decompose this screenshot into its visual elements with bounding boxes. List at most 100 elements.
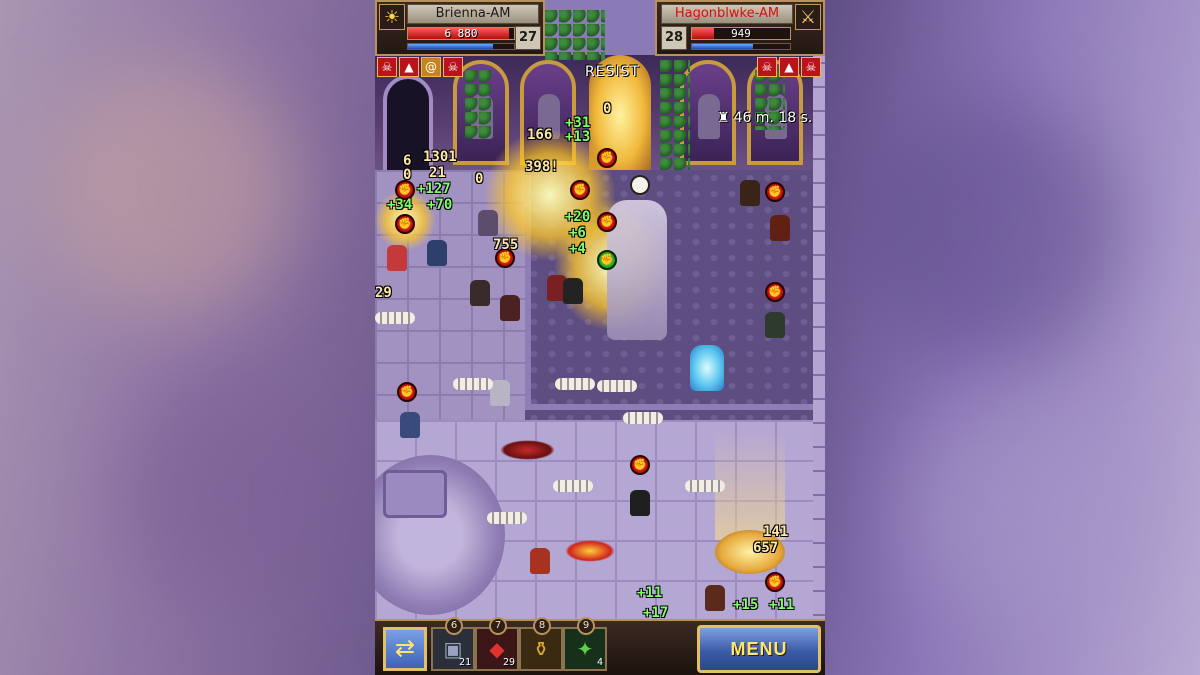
combat-number: +15 xyxy=(733,597,759,613)
skeleton-corpse xyxy=(555,378,595,390)
skill-slot-9[interactable]: 9 ✦ 4 xyxy=(563,617,607,671)
background-blur xyxy=(40,60,300,320)
skill-slot-8[interactable]: 8 ⚱ xyxy=(519,617,563,671)
hp-value-right: 949 xyxy=(731,27,751,40)
unit[interactable] xyxy=(740,180,760,206)
action-bar: ⇄ 6 ▣ 21 7 ◆ 29 8 ⚱ 9 ✦ 4 MENU xyxy=(375,617,825,675)
unit[interactable] xyxy=(705,585,725,611)
unit[interactable] xyxy=(490,380,510,406)
swirl-icon[interactable]: @ xyxy=(421,57,441,77)
combat-number: 0 xyxy=(475,171,484,187)
unit[interactable] xyxy=(770,215,790,241)
player-panel-right[interactable]: ⚔ Hagonblwke-AM 949 28 xyxy=(655,0,825,56)
skill-charges: 21 xyxy=(458,657,471,668)
mana-fill-right xyxy=(692,44,753,49)
hp-bar-right: 949 xyxy=(691,27,791,40)
combat-number: +6 xyxy=(569,225,586,241)
unit[interactable] xyxy=(478,210,498,236)
demon-icon[interactable]: ☠ xyxy=(443,57,463,77)
unit[interactable] xyxy=(530,548,550,574)
player-level-right: 28 xyxy=(661,26,687,50)
blood-pool xyxy=(565,540,615,562)
swap-button[interactable]: ⇄ xyxy=(383,627,427,671)
combat-number: +13 xyxy=(565,129,591,145)
unit[interactable] xyxy=(500,295,520,321)
ice-elemental[interactable] xyxy=(690,345,724,391)
menu-button[interactable]: MENU xyxy=(697,625,821,673)
unit[interactable] xyxy=(765,312,785,338)
vine-decoration xyxy=(545,10,605,60)
mana-bar-right xyxy=(691,43,791,50)
wolf-icon[interactable]: ▲ xyxy=(779,57,799,77)
combat-number: 0 xyxy=(403,167,412,183)
mana-bar-left xyxy=(407,43,515,50)
unit[interactable] xyxy=(387,245,407,271)
skeleton-corpse xyxy=(553,480,593,492)
background-blur xyxy=(120,380,340,600)
swap-icon: ⇄ xyxy=(394,634,416,662)
skeleton-corpse xyxy=(685,480,725,492)
combat-number: 141 xyxy=(763,524,789,540)
skeleton-corpse xyxy=(487,512,527,524)
background-blur xyxy=(860,100,1120,360)
combat-number: 166 xyxy=(527,127,553,143)
red-fist-marker: ✊ xyxy=(630,455,650,475)
combat-number: 29 xyxy=(375,285,392,301)
timer-text: 46 m. 18 s. xyxy=(733,110,813,126)
skill-slot-7[interactable]: 7 ◆ 29 xyxy=(475,617,519,671)
blood-pool xyxy=(500,440,555,460)
combat-number: +17 xyxy=(643,605,669,621)
red-fist-marker: ✊ xyxy=(597,148,617,168)
red-fist-marker: ✊ xyxy=(765,282,785,302)
skill-key-badge: 7 xyxy=(489,617,507,635)
combat-number: +11 xyxy=(769,597,795,613)
skill-key-badge: 6 xyxy=(445,617,463,635)
hp-bar-left: 6 880 xyxy=(407,27,515,40)
game-viewport[interactable]: ✊ ✊ ✊ ✊ ✊ ✊ ✊ ✊ ✊ ✊ ✊ ✊ 0 +31 +13 166 39… xyxy=(375,0,825,675)
demon-icon[interactable]: ☠ xyxy=(757,57,777,77)
skeleton-corpse xyxy=(597,380,637,392)
combat-number: 657 xyxy=(753,540,779,556)
red-fist-marker: ✊ xyxy=(765,572,785,592)
combat-number: +127 xyxy=(417,181,451,197)
unit[interactable] xyxy=(427,240,447,266)
vine-decoration xyxy=(465,70,491,140)
player-name-left: Brienna-AM xyxy=(407,4,539,24)
player-name-right: Hagonblwke-AM xyxy=(661,4,793,24)
combat-number: 21 xyxy=(429,165,446,181)
skull-marker xyxy=(630,175,650,195)
red-fist-marker: ✊ xyxy=(570,180,590,200)
skill-slot-6[interactable]: 6 ▣ 21 xyxy=(431,617,475,671)
combat-number: +4 xyxy=(569,241,586,257)
unit[interactable] xyxy=(400,412,420,438)
demon-icon[interactable]: ☠ xyxy=(801,57,821,77)
player-panel-left[interactable]: ☀ Brienna-AM 6 880 27 xyxy=(375,0,545,56)
wolf-icon[interactable]: ▲ xyxy=(399,57,419,77)
skill-key-badge: 9 xyxy=(577,617,595,635)
combat-number: +34 xyxy=(387,197,413,213)
player-level-left: 27 xyxy=(515,26,541,50)
demon-icon[interactable]: ☠ xyxy=(377,57,397,77)
status-effects-left: ☠ ▲ @ ☠ xyxy=(377,57,463,77)
hp-value-left: 6 880 xyxy=(444,27,478,40)
combat-number: 1301 xyxy=(423,149,457,165)
red-fist-marker: ✊ xyxy=(765,182,785,202)
pedestal xyxy=(383,470,447,518)
tower-icon: ♜ xyxy=(717,110,730,126)
combat-number: 0 xyxy=(603,101,612,117)
match-timer: ♜ 46 m. 18 s. xyxy=(717,110,812,126)
combat-number: 398! xyxy=(525,159,559,175)
side-pillar xyxy=(813,40,825,620)
combat-number: +11 xyxy=(637,585,663,601)
unit[interactable] xyxy=(470,280,490,306)
sword-icon: ⚔ xyxy=(795,4,821,30)
unit[interactable] xyxy=(563,278,583,304)
skeleton-corpse xyxy=(623,412,663,424)
combat-number: +20 xyxy=(565,209,591,225)
vine-decoration xyxy=(660,60,690,170)
green-fist-marker: ✊ xyxy=(597,250,617,270)
red-fist-marker: ✊ xyxy=(395,214,415,234)
status-effects-right: ☠ ▲ ☠ xyxy=(757,57,821,77)
unit[interactable] xyxy=(630,490,650,516)
combat-number: +31 xyxy=(565,115,591,131)
